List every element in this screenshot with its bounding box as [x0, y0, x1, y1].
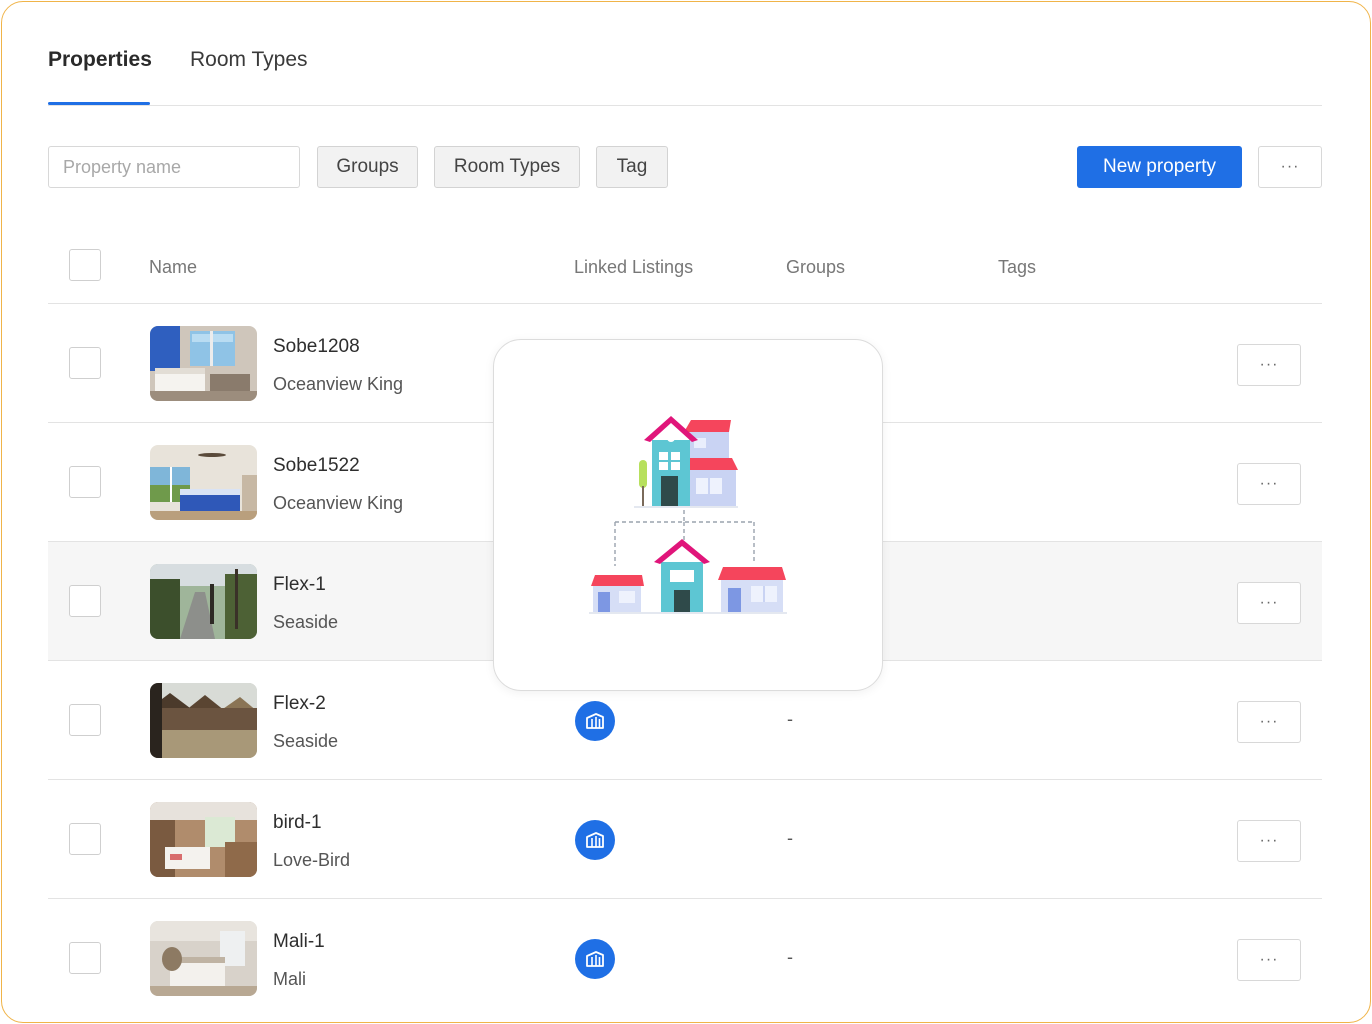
property-name[interactable]: Sobe1522 [273, 455, 360, 477]
room-types-filter-button[interactable]: Room Types [434, 146, 580, 188]
table-row[interactable]: bird-1 Love-Bird - ··· [48, 780, 1322, 899]
groups-value: - [787, 709, 793, 729]
active-tab-indicator [48, 102, 150, 105]
property-name[interactable]: Sobe1208 [273, 336, 360, 358]
row-more-button[interactable]: ··· [1237, 820, 1301, 862]
property-name[interactable]: bird-1 [273, 812, 322, 834]
row-more-button[interactable]: ··· [1237, 939, 1301, 981]
row-more-button[interactable]: ··· [1237, 582, 1301, 624]
groups-filter-button[interactable]: Groups [317, 146, 418, 188]
property-thumbnail [150, 445, 257, 520]
building-icon[interactable] [575, 701, 615, 741]
groups-value: - [787, 828, 793, 848]
property-hierarchy-card [493, 339, 883, 691]
property-room-type: Oceanview King [273, 493, 404, 513]
groups-value: - [787, 947, 793, 967]
column-header-linked-listings[interactable]: Linked Listings [574, 257, 693, 278]
property-room-type: Love-Bird [273, 850, 351, 870]
row-checkbox[interactable] [69, 347, 101, 379]
property-thumbnail [150, 564, 257, 639]
property-thumbnail [150, 921, 257, 996]
property-thumbnail [150, 326, 257, 401]
building-icon[interactable] [575, 820, 615, 860]
property-name[interactable]: Flex-2 [273, 693, 326, 715]
tab-room-types[interactable]: Room Types [190, 48, 308, 72]
property-room-type: Oceanview King [273, 374, 404, 394]
row-checkbox[interactable] [69, 823, 101, 855]
tab-bar: Properties Room Types [48, 2, 1322, 106]
property-name[interactable]: Flex-1 [273, 574, 326, 596]
more-options-button[interactable]: ··· [1258, 146, 1322, 188]
table-row[interactable]: Mali-1 Mali - ··· [48, 899, 1322, 1018]
row-checkbox[interactable] [69, 466, 101, 498]
property-thumbnail [150, 802, 257, 877]
property-name-search-input[interactable] [48, 146, 300, 188]
property-hierarchy-icon [589, 416, 787, 614]
building-icon[interactable] [575, 939, 615, 979]
row-checkbox[interactable] [69, 585, 101, 617]
property-thumbnail [150, 683, 257, 758]
property-room-type: Seaside [273, 612, 339, 632]
row-more-button[interactable]: ··· [1237, 701, 1301, 743]
row-checkbox[interactable] [69, 942, 101, 974]
new-property-button[interactable]: New property [1077, 146, 1242, 188]
select-all-checkbox[interactable] [69, 249, 101, 281]
column-header-groups[interactable]: Groups [786, 257, 845, 278]
column-header-tags[interactable]: Tags [998, 257, 1036, 278]
property-name[interactable]: Mali-1 [273, 931, 325, 953]
row-checkbox[interactable] [69, 704, 101, 736]
row-more-button[interactable]: ··· [1237, 463, 1301, 505]
column-header-name[interactable]: Name [149, 257, 197, 278]
table-header: Name Linked Listings Groups Tags [48, 230, 1322, 304]
row-more-button[interactable]: ··· [1237, 344, 1301, 386]
property-room-type: Mali [273, 969, 307, 989]
tab-properties[interactable]: Properties [48, 48, 152, 72]
tag-filter-button[interactable]: Tag [596, 146, 668, 188]
app-frame: Properties Room Types Groups Room Types … [1, 1, 1371, 1023]
property-room-type: Seaside [273, 731, 339, 751]
